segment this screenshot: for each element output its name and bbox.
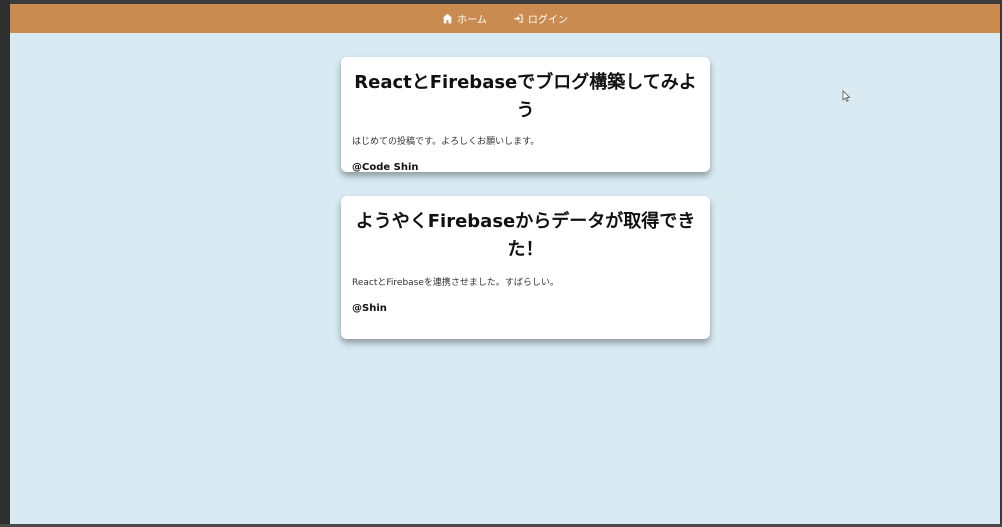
navbar: ホーム ログイン — [10, 4, 1000, 33]
home-icon — [442, 13, 453, 24]
app-viewport: ホーム ログイン ReactとFirebaseでブログ構築してみよう はじめての… — [10, 0, 1000, 524]
post-card: ReactとFirebaseでブログ構築してみよう はじめての投稿です。よろしく… — [341, 57, 710, 173]
nav-home-link[interactable]: ホーム — [442, 11, 487, 26]
left-window-edge — [0, 0, 10, 527]
post-text: はじめての投稿です。よろしくお願いします。 — [352, 137, 540, 147]
mouse-cursor-icon — [842, 90, 851, 102]
post-card: ようやくFirebaseからデータが取得できた！ ReactとFirebaseを… — [341, 196, 710, 339]
post-title: ようやくFirebaseからデータが取得できた！ — [355, 211, 696, 260]
post-text: ReactとFirebaseを連携させました。すばらしい。 — [352, 278, 559, 288]
sign-in-icon — [514, 14, 523, 23]
nav-login-link[interactable]: ログイン — [513, 11, 568, 26]
nav-home-label: ホーム — [457, 15, 487, 26]
post-author: @Shin — [352, 303, 387, 314]
post-title: ReactとFirebaseでブログ構築してみよう — [354, 72, 697, 121]
nav-login-label: ログイン — [527, 15, 568, 26]
post-author: @Code Shin — [352, 162, 419, 173]
